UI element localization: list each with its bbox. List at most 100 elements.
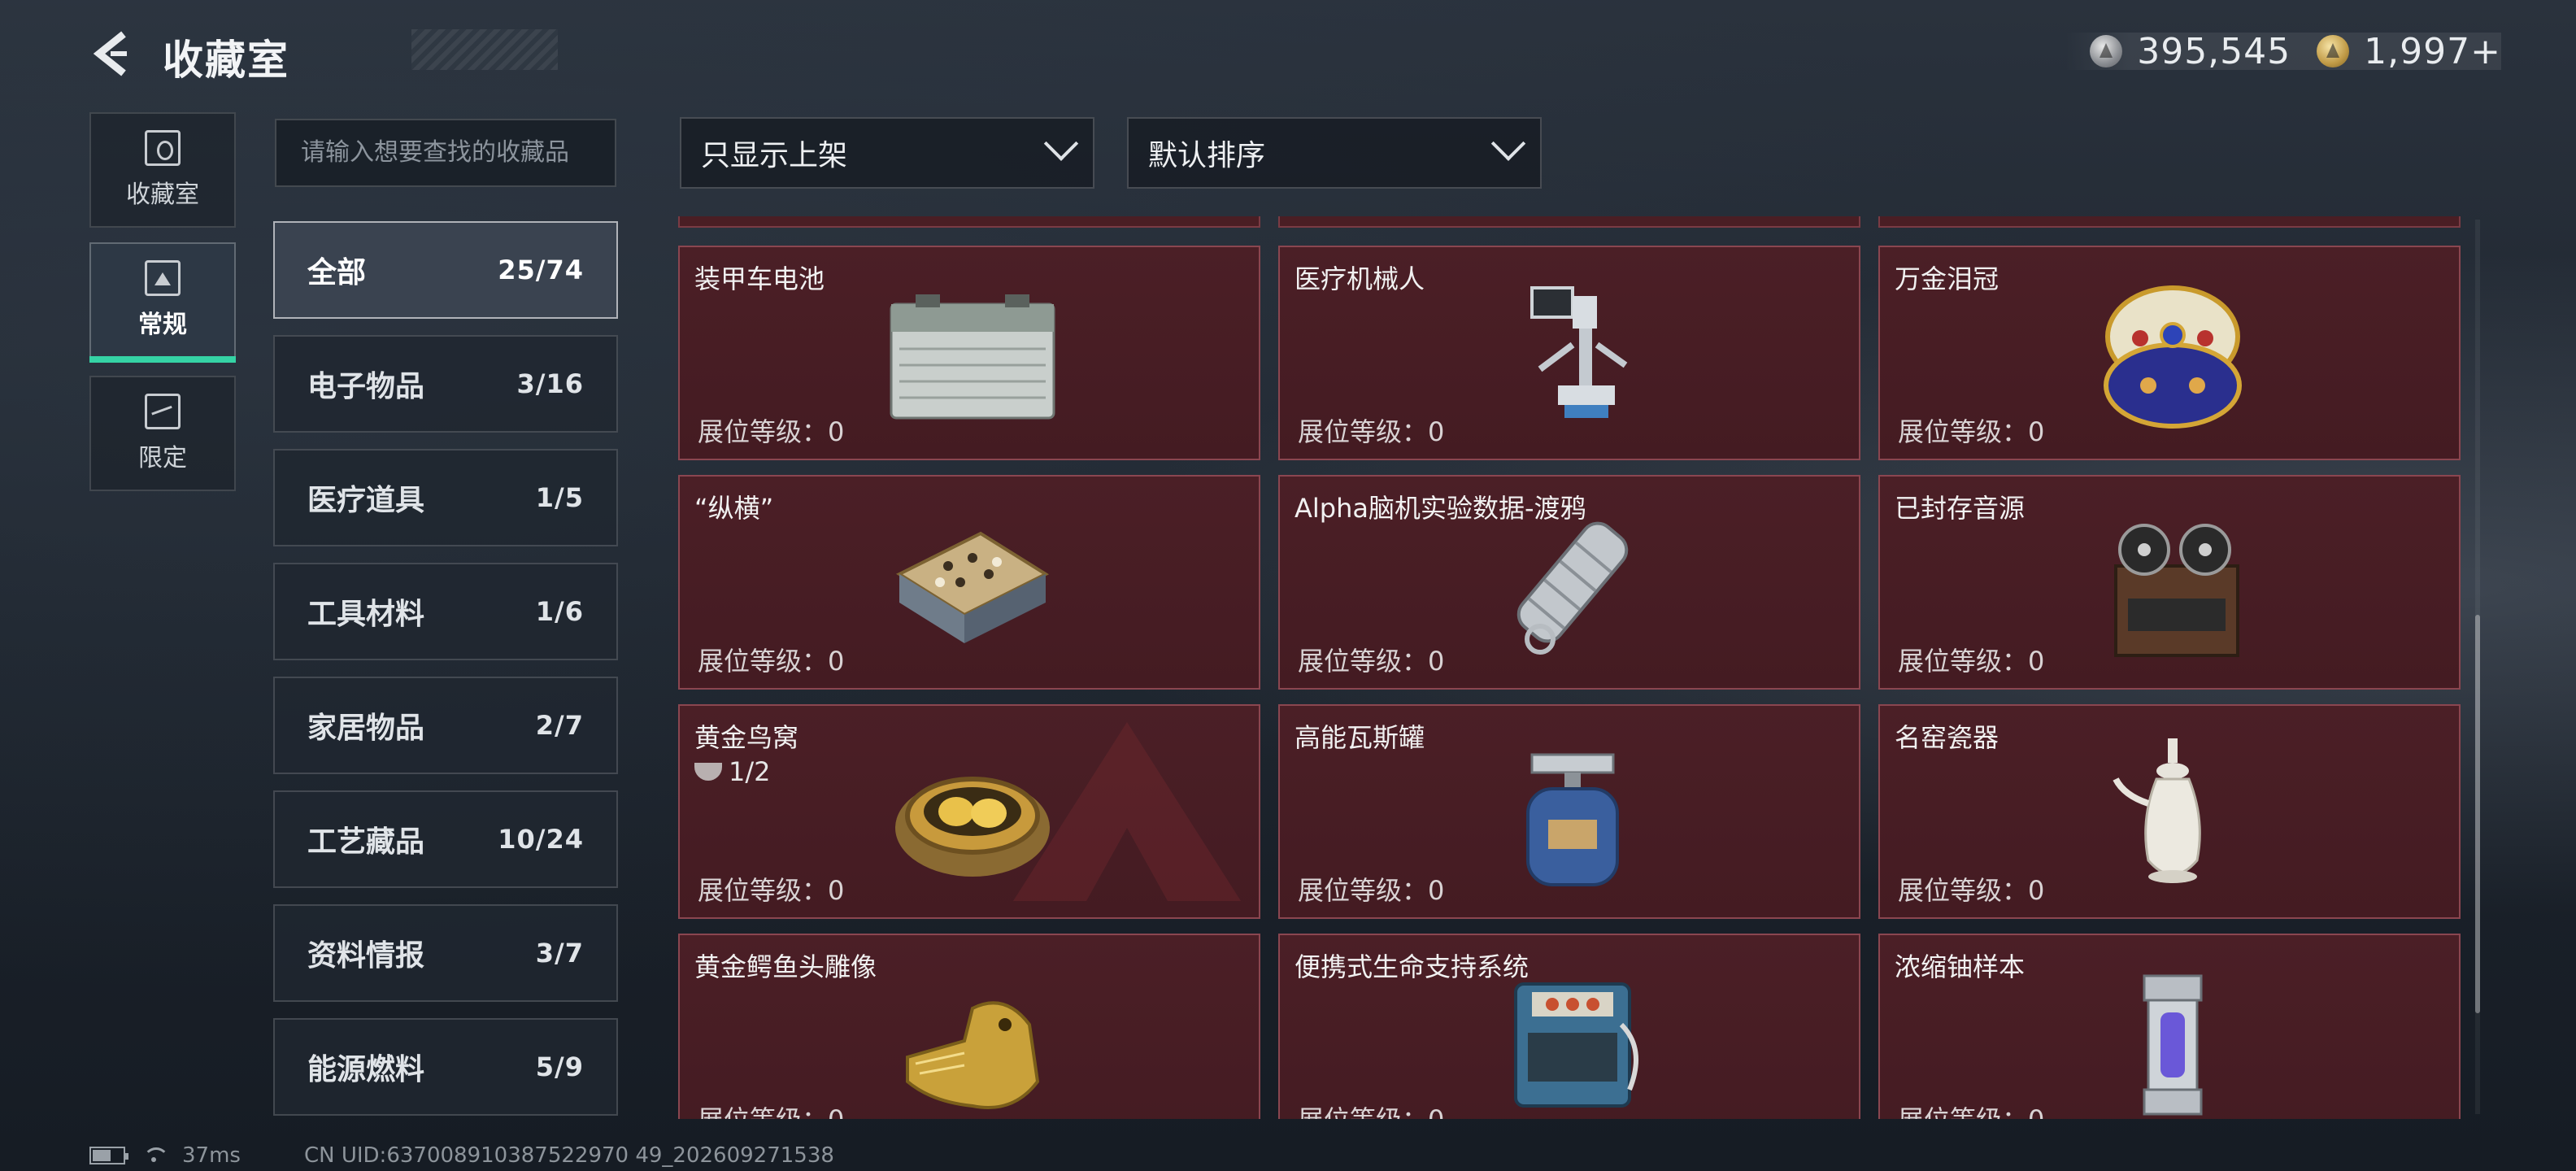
regular-icon: [145, 260, 181, 296]
wifi-icon: [140, 1146, 169, 1165]
booth-level: 展位等级：0: [1298, 646, 1445, 677]
category-label: 电子物品: [307, 370, 425, 403]
item-card[interactable]: 名窑瓷器 展位等级：0: [1878, 704, 2461, 919]
category-label: 资料情报: [307, 939, 425, 973]
currency-bar: 395,545 1,997+: [2065, 30, 2501, 72]
nest-icon: [694, 763, 722, 781]
category-all[interactable]: 全部 25/74: [273, 221, 618, 319]
medical-robot-item-icon: [1530, 286, 1628, 418]
battery-item-icon: [890, 294, 1055, 420]
partial-card: [678, 216, 1260, 228]
item-card[interactable]: “纵横” 展位等级：0: [678, 475, 1260, 690]
gold-coin-icon: [2317, 35, 2350, 67]
dropdown-value: 只显示上架: [701, 139, 848, 172]
booth-level: 展位等级：0: [698, 416, 845, 447]
item-card[interactable]: 浓缩铀样本 展位等级：0: [1878, 934, 2461, 1119]
category-count: 10/24: [498, 824, 584, 855]
booth-level: 展位等级：0: [1898, 1099, 2044, 1119]
category-label: 全部: [307, 256, 367, 289]
golden-nest-item-icon: [895, 777, 1050, 877]
item-name: 浓缩铀样本: [1895, 951, 2026, 982]
search-input[interactable]: 请输入想要查找的收藏品: [275, 119, 616, 187]
nav-tab-cabinet[interactable]: 收藏室: [89, 112, 236, 228]
category-label: 工具材料: [307, 598, 425, 631]
nav-tab-regular[interactable]: 常规: [89, 242, 236, 363]
category-count: 25/74: [498, 255, 584, 285]
booth-level: 展位等级：0: [1898, 416, 2045, 447]
category-count: 1/5: [535, 482, 584, 513]
category-label: 能源燃料: [307, 1053, 425, 1086]
item-name: “纵横”: [694, 493, 774, 524]
item-card[interactable]: 便携式生命支持系统 展位等级：0: [1278, 934, 1860, 1119]
category-count: 5/9: [535, 1051, 584, 1082]
category-energy[interactable]: 能源燃料 5/9: [273, 1018, 618, 1116]
status-bar: 37ms CN UID:637008910387522970 49_202609…: [89, 1143, 834, 1168]
item-card[interactable]: Alpha脑机实验数据-渡鸦 展位等级：0: [1278, 475, 1860, 690]
partial-card: [1878, 216, 2461, 228]
chess-box-item-icon: [895, 531, 1050, 643]
category-crafts[interactable]: 工艺藏品 10/24: [273, 790, 618, 888]
data-drive-item-icon: [1516, 521, 1629, 655]
category-label: 医疗道具: [307, 484, 425, 517]
nav-tab-limited[interactable]: 限定: [89, 376, 236, 491]
jeweled-egg-item-icon: [2104, 285, 2242, 429]
item-card[interactable]: 已封存音源 展位等级：0: [1878, 475, 2461, 690]
item-card[interactable]: 高能瓦斯罐 展位等级：0: [1278, 704, 1860, 919]
item-name: 高能瓦斯罐: [1295, 722, 1425, 753]
category-tools[interactable]: 工具材料 1/6: [273, 563, 618, 660]
page-title: 收藏室: [163, 37, 289, 84]
booth-level: 展位等级：0: [1898, 646, 2045, 677]
gas-canister-item-icon: [1526, 753, 1619, 886]
back-arrow-icon[interactable]: [88, 29, 137, 78]
category-intel[interactable]: 资料情报 3/7: [273, 904, 618, 1002]
reel-recorder-item-icon: [2114, 524, 2239, 657]
nav-tab-label: 常规: [138, 311, 187, 339]
item-name: 黄金鸟窝: [694, 722, 799, 753]
gold-coin-amount[interactable]: 1,997+: [2364, 31, 2501, 72]
gold-croc-statue-item-icon: [906, 1001, 1040, 1109]
partial-card: [1278, 216, 1860, 228]
item-name: 名窑瓷器: [1895, 722, 1999, 753]
item-grid: 装甲车电池 展位等级：0 医疗机械人 展位等级：0 万金泪冠 展位等级：0 “纵…: [678, 216, 2461, 1119]
item-card[interactable]: 万金泪冠 展位等级：0: [1878, 246, 2461, 460]
item-name: 黄金鳄鱼头雕像: [694, 951, 877, 982]
category-count: 1/6: [535, 596, 584, 627]
item-name: 医疗机械人: [1295, 263, 1425, 294]
chevron-down-icon: [1043, 126, 1079, 161]
nav-tab-label: 收藏室: [126, 181, 199, 209]
booth-level: 展位等级：0: [1898, 875, 2045, 906]
category-electronics[interactable]: 电子物品 3/16: [273, 335, 618, 433]
item-card[interactable]: 装甲车电池 展位等级：0: [678, 246, 1260, 460]
item-card[interactable]: 黄金鸟窝 1/2 展位等级：0: [678, 704, 1260, 919]
life-support-item-icon: [1514, 982, 1638, 1108]
display-filter-dropdown[interactable]: 只显示上架: [680, 117, 1094, 189]
silver-coin-amount: 395,545: [2137, 30, 2291, 72]
collection-progress: 1/2: [694, 756, 771, 787]
booth-level: 展位等级：0: [1298, 875, 1445, 906]
chevron-down-icon: [1490, 126, 1526, 161]
battery-icon: [89, 1147, 128, 1164]
booth-level: 展位等级：0: [1298, 1099, 1444, 1119]
uranium-sample-item-icon: [2143, 974, 2203, 1116]
porcelain-ewer-item-icon: [2113, 738, 2201, 883]
silver-coin-icon: [2090, 35, 2123, 67]
category-medical[interactable]: 医疗道具 1/5: [273, 449, 618, 546]
cabinet-icon: [145, 130, 181, 166]
category-count: 2/7: [535, 710, 584, 741]
nav-tab-label: 限定: [138, 444, 187, 472]
item-card[interactable]: 黄金鳄鱼头雕像 展位等级：0: [678, 934, 1260, 1119]
limited-icon: [145, 394, 181, 429]
dropdown-value: 默认排序: [1148, 139, 1266, 172]
sort-order-dropdown[interactable]: 默认排序: [1127, 117, 1542, 189]
category-household[interactable]: 家居物品 2/7: [273, 677, 618, 774]
item-name: 装甲车电池: [694, 263, 825, 294]
booth-level: 展位等级：0: [698, 875, 845, 906]
item-card[interactable]: 医疗机械人 展位等级：0: [1278, 246, 1860, 460]
grid-scrollbar-thumb[interactable]: [2475, 615, 2480, 1013]
uid-text: CN UID:637008910387522970 49_20260927153…: [303, 1143, 834, 1168]
booth-level: 展位等级：0: [698, 1099, 844, 1119]
ping-value: 37ms: [182, 1143, 241, 1168]
category-count: 3/16: [516, 368, 584, 399]
item-name: 万金泪冠: [1895, 263, 1999, 294]
item-name: 已封存音源: [1895, 493, 2026, 524]
